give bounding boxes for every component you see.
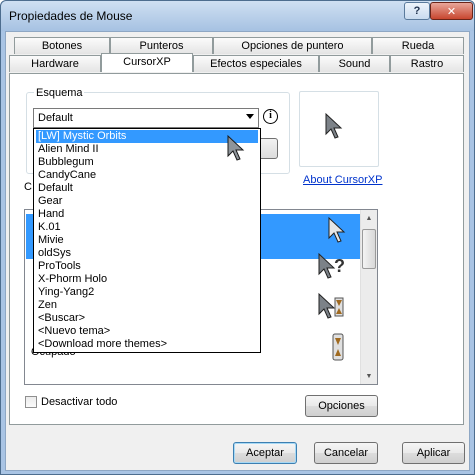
dropdown-option[interactable]: Alien Mind II [36,143,258,156]
svg-text:?: ? [334,256,345,276]
dropdown-option[interactable]: oldSys [36,247,258,260]
title-bar[interactable]: Propiedades de Mouse ? ✕ [1,1,474,31]
tab-hardware[interactable]: Hardware [9,55,101,72]
mouse-pointer-icon [227,134,245,161]
dropdown-option[interactable]: ProTools [36,260,258,273]
help-button[interactable]: ? [404,2,430,20]
chevron-down-icon [246,114,254,119]
cursor-preview [299,91,379,167]
tab-cursorxp[interactable]: CursorXP [101,53,193,72]
help-select-cursor-icon: ? [318,252,345,279]
dropdown-option[interactable]: K.01 [36,221,258,234]
scroll-down-icon[interactable]: ▼ [361,368,377,384]
tab-efectos-especiales[interactable]: Efectos especiales [193,55,319,72]
dropdown-option[interactable]: Ying-Yang2 [36,286,258,299]
disable-all-checkbox[interactable] [25,396,37,408]
dropdown-option[interactable]: <Nuevo tema> [36,325,258,338]
accept-button[interactable]: Aceptar [233,442,297,464]
close-button[interactable]: ✕ [430,2,473,20]
arrow-cursor-icon [325,112,343,139]
scroll-up-icon[interactable]: ▲ [361,210,377,226]
dropdown-option[interactable]: CandyCane [36,169,258,182]
dropdown-option[interactable]: Zen [36,299,258,312]
normal-select-cursor-icon [328,216,346,243]
about-cursorxp-link[interactable]: About CursorXP [303,174,382,186]
scroll-thumb[interactable] [362,229,376,269]
window-title: Propiedades de Mouse [9,9,133,23]
dropdown-option[interactable]: Mivie [36,234,258,247]
dropdown-option[interactable]: X-Phorm Holo [36,273,258,286]
dropdown-option[interactable]: <Buscar> [36,312,258,325]
tab-opciones-de-puntero[interactable]: Opciones de puntero [213,37,372,54]
working-in-background-cursor-icon [318,292,344,319]
busy-cursor-icon [332,333,344,361]
partial-label: C [24,181,32,193]
tab-rastro[interactable]: Rastro [390,55,464,72]
scheme-group-label: Esquema [34,87,85,99]
tab-rueda[interactable]: Rueda [372,37,464,54]
apply-button[interactable]: Aplicar [402,442,465,464]
cancel-button[interactable]: Cancelar [314,442,378,464]
info-icon[interactable]: i [263,109,278,124]
dropdown-option[interactable]: <Download more themes> [36,338,258,351]
dropdown-option[interactable]: Default [36,182,258,195]
dropdown-option[interactable]: Hand [36,208,258,221]
scheme-select-value: Default [38,112,73,124]
tab-sound[interactable]: Sound [319,55,390,72]
dropdown-option[interactable]: [LW] Mystic Orbits [36,130,258,143]
cursor-list-scrollbar[interactable]: ▲ ▼ [360,210,377,384]
dropdown-option[interactable]: Gear [36,195,258,208]
tab-punteros[interactable]: Punteros [110,37,213,54]
tab-botones[interactable]: Botones [14,37,110,54]
options-button[interactable]: Opciones [305,395,378,417]
scheme-action-button[interactable] [258,138,278,159]
dropdown-option[interactable]: Bubblegum [36,156,258,169]
scheme-select[interactable]: Default [33,108,259,128]
disable-all-label: Desactivar todo [41,396,118,408]
